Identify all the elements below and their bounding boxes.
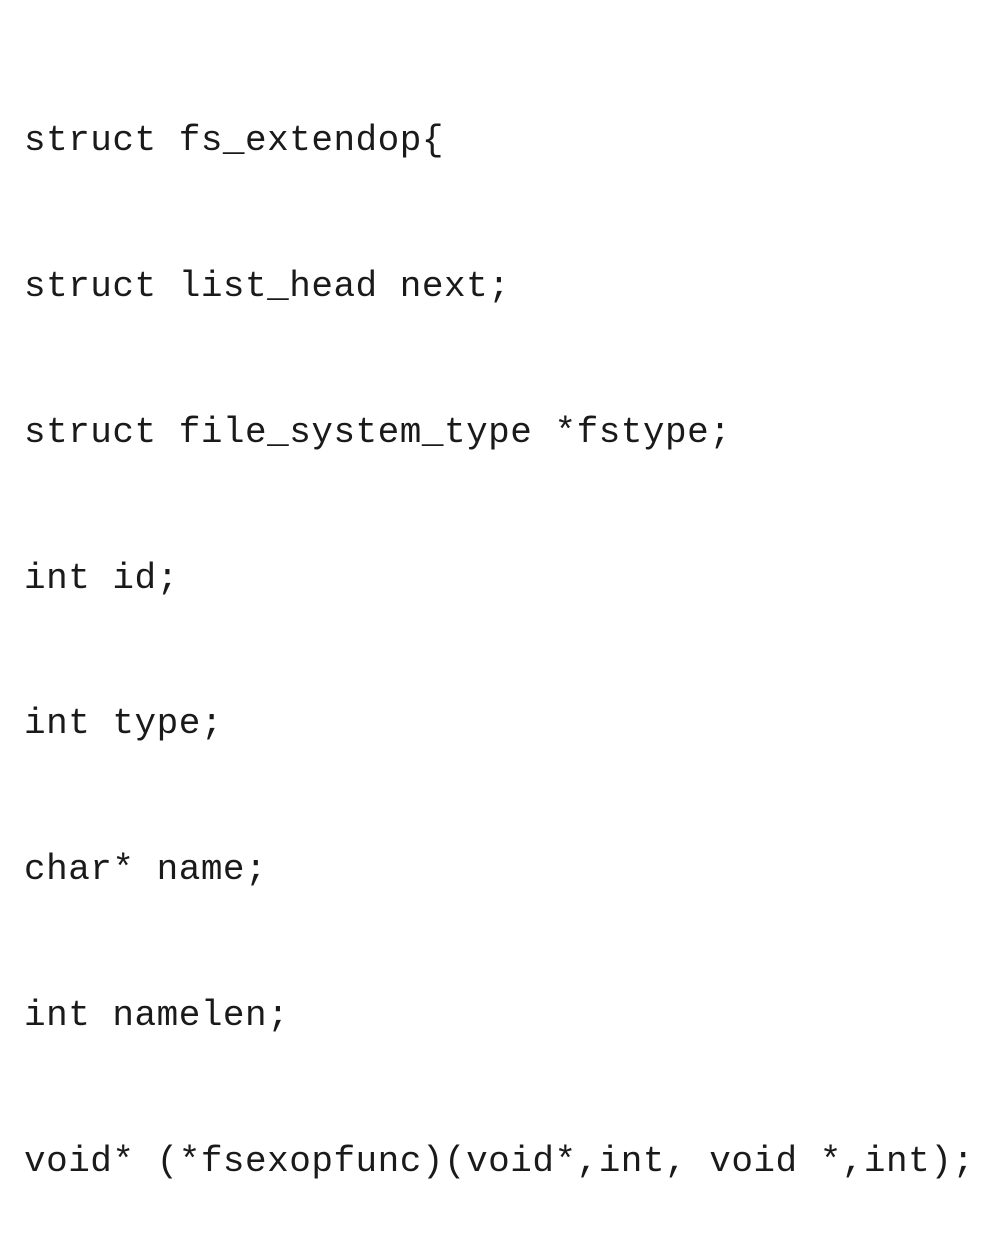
code-line-7: int namelen; bbox=[24, 992, 976, 1041]
code-line-1: struct fs_extendop{ bbox=[24, 117, 976, 166]
code-line-5: int type; bbox=[24, 700, 976, 749]
code-block: struct fs_extendop{ struct list_head nex… bbox=[24, 20, 976, 1236]
code-line-6: char* name; bbox=[24, 846, 976, 895]
code-line-2: struct list_head next; bbox=[24, 263, 976, 312]
code-line-8: void* (*fsexopfunc)(void*,int, void *,in… bbox=[24, 1138, 976, 1187]
code-line-4: int id; bbox=[24, 555, 976, 604]
code-line-3: struct file_system_type *fstype; bbox=[24, 409, 976, 458]
